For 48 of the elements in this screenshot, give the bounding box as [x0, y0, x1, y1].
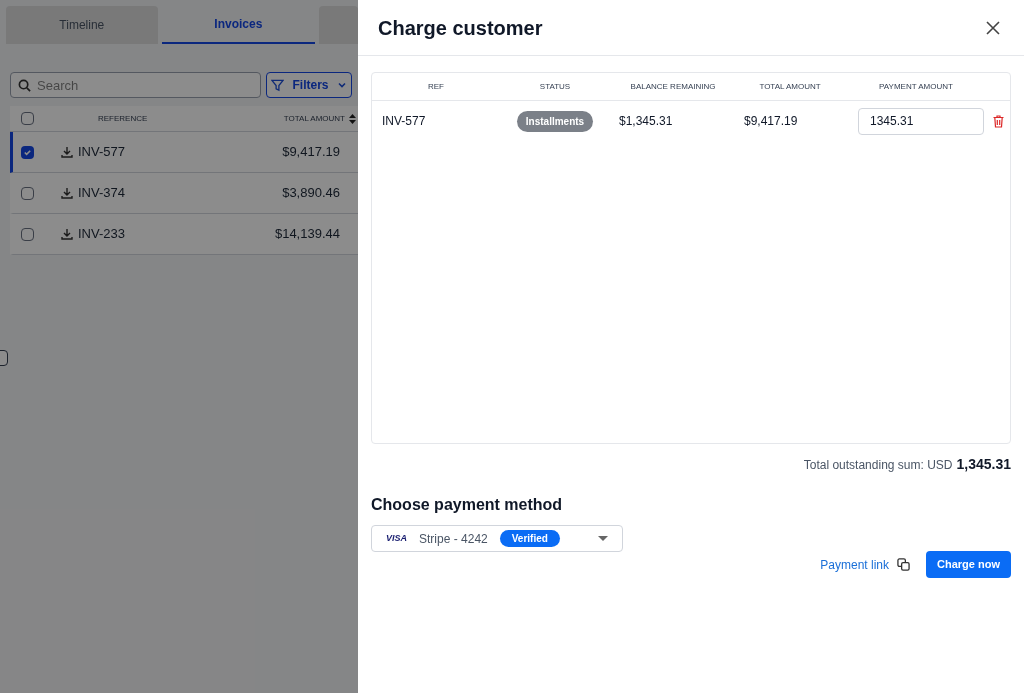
- total-amount: $9,417.19: [744, 113, 798, 130]
- invoice-reference: INV-577: [382, 113, 426, 130]
- payment-method-dropdown[interactable]: VISA Stripe - 4242 Verified: [371, 525, 623, 552]
- download-icon[interactable]: [61, 228, 73, 240]
- section-heading: Choose payment method: [371, 495, 564, 515]
- search-field[interactable]: Search: [10, 72, 261, 98]
- filter-icon: [271, 78, 285, 92]
- column-header: BALANCE REMAINING: [630, 80, 716, 93]
- row-checkbox[interactable]: [21, 227, 34, 241]
- column-header: TOTAL AMOUNT: [759, 80, 821, 93]
- tab[interactable]: Timeline: [6, 6, 158, 44]
- invoice-reference: INV-577: [78, 143, 125, 162]
- copy-icon[interactable]: [897, 558, 911, 571]
- payment-amount-field[interactable]: 1345.31: [858, 107, 984, 135]
- row-checkbox[interactable]: [21, 186, 34, 200]
- card-brand-logo: VISA: [386, 531, 407, 545]
- dialog-title: Charge customer: [378, 15, 543, 41]
- invoice-reference: INV-233: [78, 225, 125, 244]
- total-value: 1,345.31: [956, 455, 1011, 474]
- delete-icon[interactable]: [993, 114, 1004, 128]
- chevron-down-icon: [336, 80, 347, 90]
- payment-link[interactable]: Payment link: [820, 555, 890, 574]
- status-badge: Installments: [516, 110, 594, 132]
- column-header: PAYMENT AMOUNT: [879, 80, 953, 93]
- column-header: STATUS: [539, 80, 571, 93]
- column-header: TOTAL AMOUNT: [283, 112, 345, 125]
- close-icon: [986, 20, 1000, 35]
- close-button[interactable]: [986, 19, 1002, 36]
- select-all-checkbox[interactable]: [21, 112, 34, 125]
- row-checkbox[interactable]: [21, 145, 34, 159]
- payment-method-label: Stripe - 4242: [419, 530, 488, 548]
- download-icon[interactable]: [61, 146, 73, 158]
- total-label: Total outstanding sum: USD: [803, 457, 953, 474]
- total-amount: $9,417.19: [282, 143, 340, 162]
- charge-now-button[interactable]: Charge now: [926, 551, 1011, 578]
- column-header: REF: [428, 80, 444, 93]
- balance-remaining: $1,345.31: [619, 113, 673, 130]
- total-amount: $3,890.46: [282, 184, 340, 203]
- total-amount: $14,139.44: [274, 225, 340, 244]
- filters-button[interactable]: Filters: [266, 72, 352, 98]
- column-header: REFERENCE: [98, 112, 148, 125]
- sort-icon[interactable]: [349, 113, 356, 124]
- download-icon[interactable]: [61, 187, 73, 199]
- check-icon: [23, 147, 32, 157]
- invoice-reference: INV-374: [78, 184, 125, 203]
- caret-icon: [598, 535, 608, 542]
- status-badge: Verified: [499, 530, 560, 547]
- search-icon: [18, 79, 31, 92]
